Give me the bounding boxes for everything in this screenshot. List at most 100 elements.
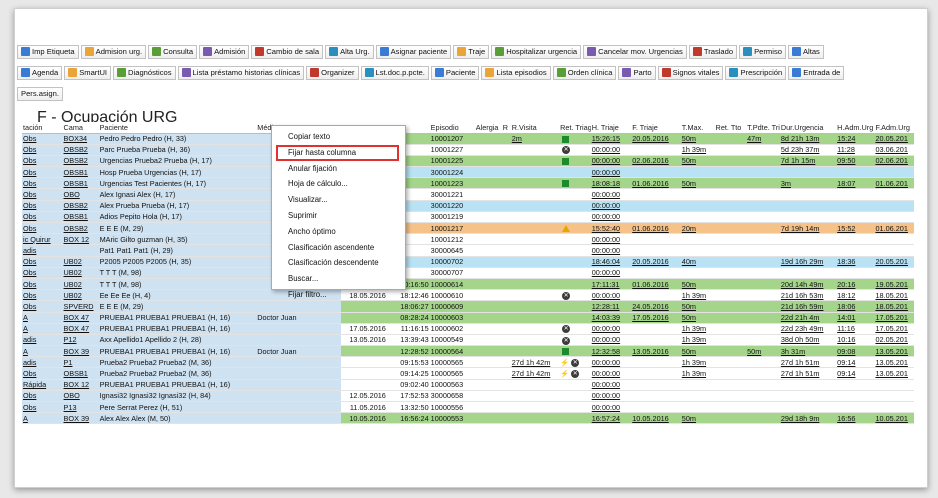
toolbar-button[interactable]: Traslado	[688, 44, 738, 59]
table-row[interactable]: Obs OBSB1 Prueba2 Prueba2 Prueba2 (M, 36) 0…	[22, 367, 914, 380]
table-row[interactable]: Obs OBSB1 Hosp Prueba Urgencias (H, 17) 300…	[22, 166, 914, 179]
column-header[interactable]: Episodio	[429, 122, 475, 134]
column-header[interactable]: Ret. Triage	[559, 122, 591, 134]
cell-cama: OBO	[62, 188, 99, 201]
context-menu-item[interactable]: Suprimir	[272, 208, 405, 224]
toolbar-button[interactable]: Altas	[787, 44, 824, 59]
toolbar-button[interactable]: Paciente	[430, 65, 480, 80]
context-menu-item[interactable]: Anular fijación	[272, 161, 405, 177]
table-row[interactable]: Obs UB02 Ee Ee Ee (H, 4) 18.05.2016 18:12:46…	[22, 289, 914, 302]
column-header[interactable]: R.Visita	[510, 122, 560, 134]
table-row[interactable]: adis P12 Axx Apellido1 Apellido 2 (H, 28) 1…	[22, 334, 914, 347]
toolbar-button[interactable]: Imp Etiqueta	[17, 44, 79, 59]
table-row[interactable]: ic Quirur BOX 12 MAric Gilto guzman (H, 35…	[22, 233, 914, 246]
triage-status-cell	[559, 133, 591, 145]
table-row[interactable]: Obs OBSB1 Adios Pepito Hola (H, 17) 3000121…	[22, 211, 914, 224]
context-menu-item[interactable]: Hoja de cálculo...	[272, 176, 405, 192]
table-row[interactable]: Obs OBO Alex Ignasi Alex (H, 17) 30001221 0…	[22, 188, 914, 201]
cell-du: 3h 31m	[779, 345, 837, 358]
toolbar-button[interactable]: Alta Urg.	[325, 44, 374, 59]
table-row[interactable]: A BOX 47 PRUEBA1 PRUEBA1 PRUEBA1 (H, 16) Do…	[22, 312, 914, 324]
toolbar-button[interactable]: SmartUI	[64, 65, 112, 80]
toolbar-button-label: Lista episodios	[496, 68, 547, 77]
cell-fa: 11.05.2016	[340, 401, 387, 414]
column-header[interactable]: F. Triaje	[631, 122, 681, 134]
column-header[interactable]: T.Pdte. Tri	[746, 122, 780, 134]
column-header[interactable]: H. Triaje	[590, 122, 632, 134]
cell-fadm	[874, 379, 914, 391]
table-row[interactable]: Obs OBSB2 Parc Prueba Prueba (H, 36) 100012…	[22, 144, 914, 156]
context-menu-item[interactable]: Fijar filtro...	[272, 287, 405, 303]
table-row[interactable]: Obs UB02 T T T (M, 98) 30000707 00:00:00	[22, 267, 914, 279]
column-header[interactable]: T.Max.	[680, 122, 715, 134]
cell-du	[779, 401, 837, 414]
cell-du	[779, 200, 837, 212]
table-row[interactable]: Obs OBSB2 Alex Prueba Prueba (H, 17) 300012…	[22, 200, 914, 212]
toolbar-button[interactable]: Organizer	[306, 65, 359, 80]
column-header[interactable]: Paciente	[98, 122, 257, 134]
cell-r	[501, 267, 511, 279]
context-menu-item[interactable]: Fijar hasta columna	[276, 144, 399, 161]
table-row[interactable]: A BOX 39 PRUEBA1 PRUEBA1 PRUEBA1 (H, 16) Do…	[22, 345, 914, 358]
toolbar-button[interactable]: Asignar paciente	[375, 44, 452, 59]
table-row[interactable]: A BOX 47 PRUEBA1 PRUEBA1 PRUEBA1 (H, 16) 17…	[22, 323, 914, 335]
toolbar-button[interactable]: Cancelar mov. Urgencias	[583, 44, 687, 59]
context-menu-item[interactable]: Clasificación descendente	[272, 255, 405, 271]
toolbar-button[interactable]: Agenda	[17, 65, 63, 80]
toolbar-icon	[21, 68, 30, 77]
column-header[interactable]: Ret. Tto	[714, 122, 747, 134]
column-header[interactable]: R	[501, 122, 511, 134]
table-row[interactable]: Obs OBSB2 Urgencias Prueba2 Prueba (H, 17)…	[22, 155, 914, 168]
table-row[interactable]: A BOX 39 Alex Alex Alex (M, 50) 10.05.2016 1…	[22, 412, 914, 425]
cell-ep: 10000553	[429, 412, 475, 425]
cell-u: Obs	[22, 300, 63, 313]
toolbar-button[interactable]: Permiso	[739, 44, 786, 59]
table-row[interactable]: Obs OBSB1 Urgencias Test Pacientes (H, 17)…	[22, 177, 914, 190]
column-header[interactable]: tación	[22, 122, 63, 134]
cell-fadm: 18.05.201	[874, 300, 914, 313]
column-header[interactable]: F.Adm.Urg	[874, 122, 914, 134]
context-menu-item[interactable]: Buscar...	[272, 271, 405, 287]
table-row[interactable]: Obs UB02 P2005 P2005 P2005 (H, 35) 10000702…	[22, 256, 914, 268]
table-row[interactable]: adis P1 Prueba2 Prueba2 Prueba2 (M, 36) 09:…	[22, 356, 914, 369]
context-menu-item[interactable]: Clasificación ascendente	[272, 240, 405, 256]
column-header[interactable]: Alergia	[474, 122, 502, 134]
toolbar-button[interactable]: Admision urg.	[80, 44, 147, 59]
toolbar-button[interactable]: Diagnósticos	[113, 65, 176, 80]
table-row[interactable]: Rápida BOX 12 PRUEBA1 PRUEBA1 PRUEBA1 (H, …	[22, 379, 914, 391]
toolbar-button[interactable]: Prescripción	[725, 65, 787, 80]
table-row[interactable]: Obs UB02 T T T (M, 98) 20:16:50 10000614 17:…	[22, 278, 914, 291]
toolbar-button[interactable]: Admisión	[199, 44, 250, 59]
cell-tp	[746, 401, 780, 414]
table-row[interactable]: Obs BOX34 Pedro Pedro Pedro (H, 33) 1000120…	[22, 133, 914, 145]
context-menu-item[interactable]: Copiar texto	[272, 129, 405, 145]
table-row[interactable]: Obs P13 Pere Serrat Perez (H, 51) 11.05.201…	[22, 401, 914, 414]
context-menu-item[interactable]: Visualizar...	[272, 192, 405, 208]
context-menu-item[interactable]: Ancho óptimo	[272, 224, 405, 240]
cell-u: A	[22, 345, 63, 358]
toolbar-2: Agenda SmartUI Diagnósticos Lista préstamo …	[15, 64, 927, 81]
toolbar-button[interactable]: Lista episodios	[481, 65, 551, 80]
toolbar-button[interactable]: Pers.asign.	[17, 86, 63, 101]
column-header[interactable]: Dur.Urgencia	[779, 122, 837, 134]
cell-ep: 30001219	[429, 211, 475, 224]
toolbar-button[interactable]: Entrada de	[788, 65, 845, 80]
toolbar-button[interactable]: Signos vitales	[657, 65, 724, 80]
table-row[interactable]: Obs SPVERD E E E (M, 29) 18:06:27 10000609 1…	[22, 300, 914, 313]
column-header[interactable]: Cama	[62, 122, 99, 134]
toolbar-button[interactable]: Traje	[453, 44, 490, 59]
toolbar-button[interactable]: Hospitalizar urgencia	[491, 44, 582, 59]
toolbar-button[interactable]: Cambio de sala	[251, 44, 324, 59]
cell-r	[501, 289, 511, 302]
cell-fa	[340, 379, 387, 391]
cell-ft: 01.06.2016	[631, 177, 681, 190]
toolbar-button[interactable]: Parto	[618, 65, 656, 80]
toolbar-button[interactable]: Lst.doc.p.pcte.	[360, 65, 429, 80]
table-row[interactable]: Obs OBO Ignasi32 Ignasi32 Ignasi32 (H, 84)…	[22, 390, 914, 403]
toolbar-button[interactable]: Orden clínica	[552, 65, 617, 80]
table-row[interactable]: Obs OBSB2 E E E (M, 29) 10001217 15:52:40 01…	[22, 222, 914, 235]
table-row[interactable]: adis Pat1 Pat1 Pat1 (H, 29) 30000645 00:00…	[22, 244, 914, 257]
column-header[interactable]: H.Adm.Urg	[836, 122, 875, 134]
toolbar-button[interactable]: Consulta	[148, 44, 198, 59]
toolbar-button[interactable]: Lista préstamo historias clínicas	[177, 65, 305, 80]
